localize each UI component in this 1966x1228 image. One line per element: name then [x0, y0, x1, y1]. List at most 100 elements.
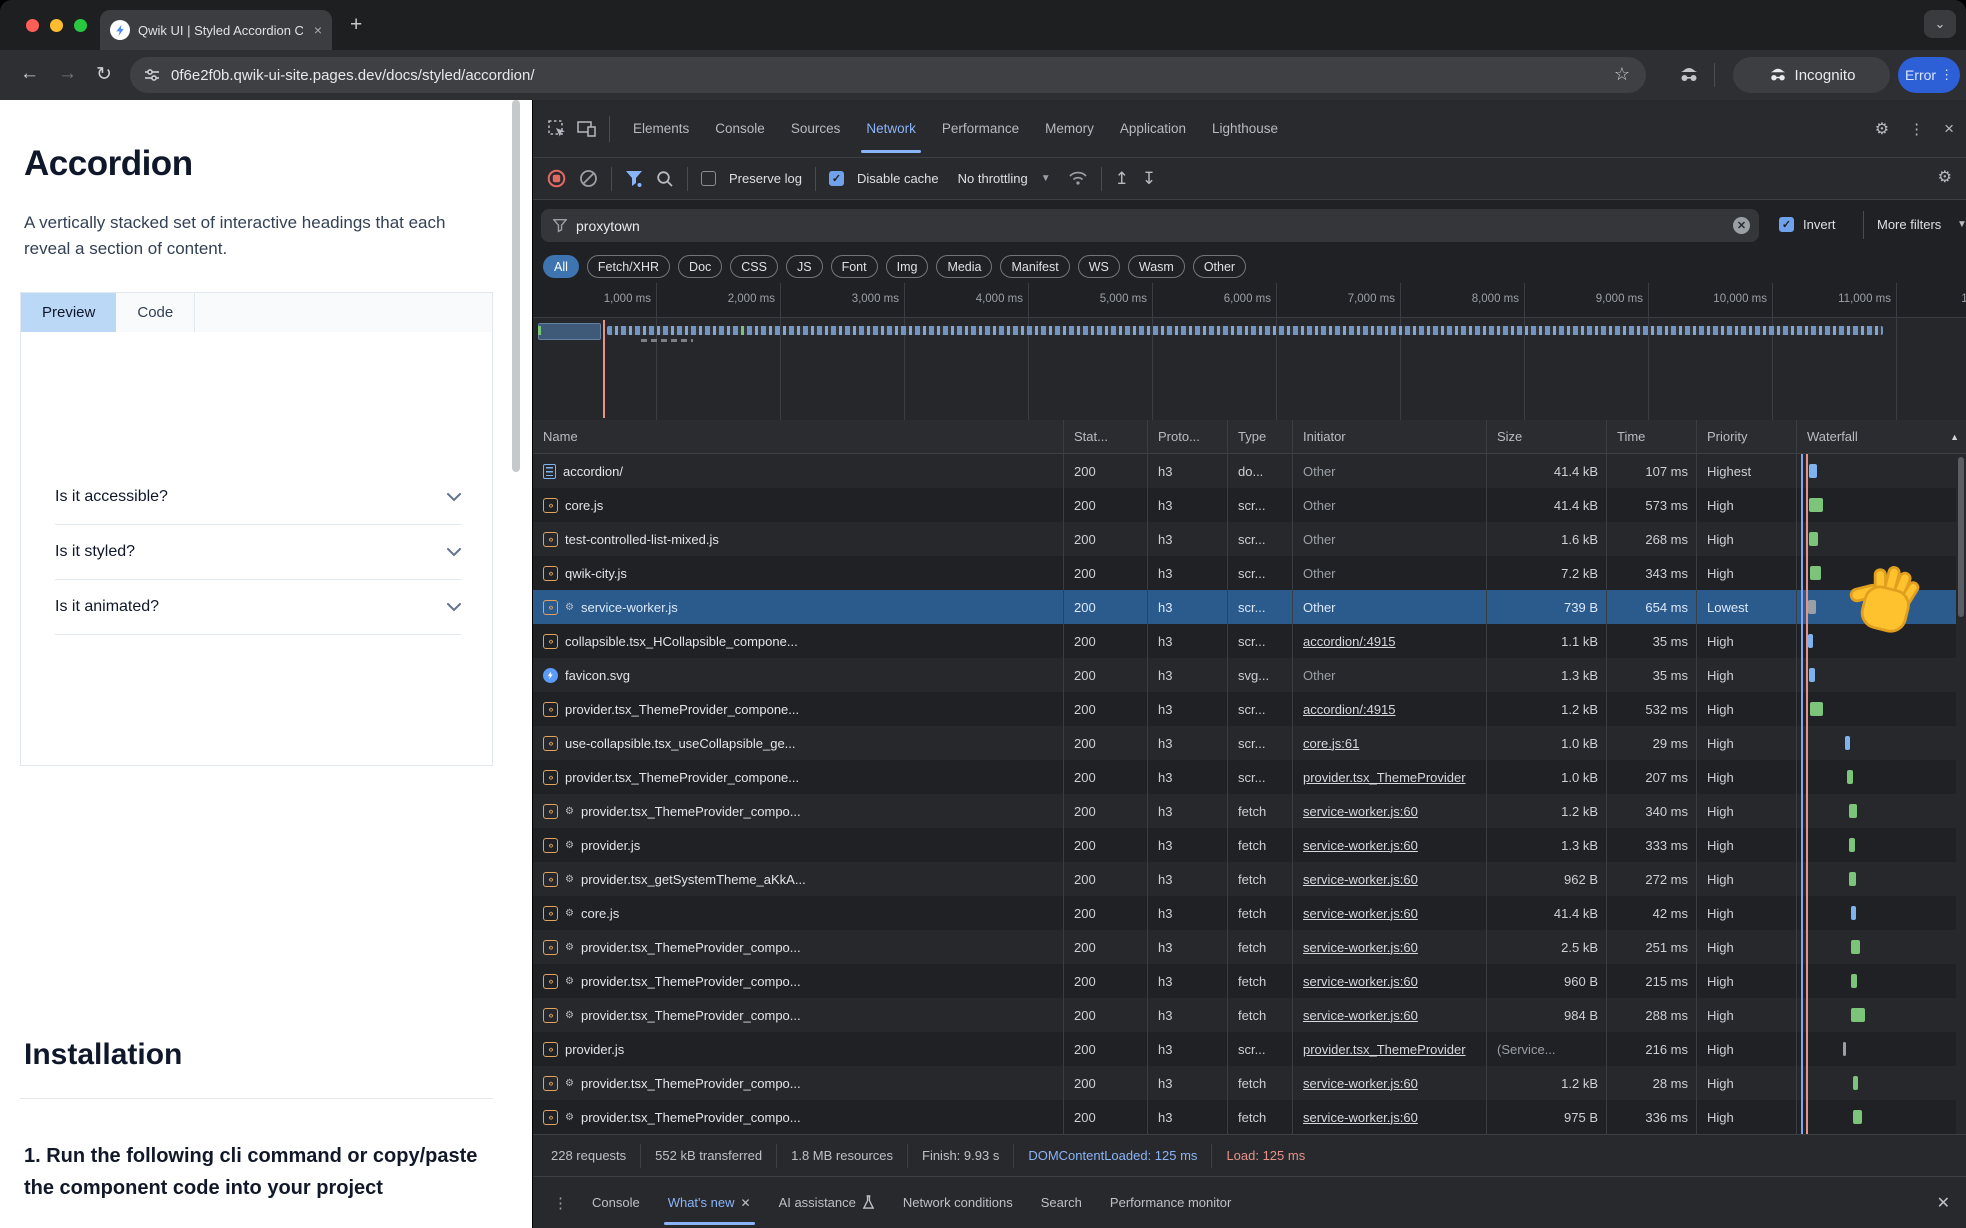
chip-fetchxhr[interactable]: Fetch/XHR	[587, 255, 670, 278]
table-row[interactable]: ‹›qwik-city.js200h3scr...Other7.2 kB343 …	[533, 556, 1966, 590]
table-row[interactable]: ‹›core.js200h3scr...Other41.4 kB573 msHi…	[533, 488, 1966, 522]
drawer-tab-aiassistance[interactable]: AI assistance	[765, 1177, 889, 1228]
close-icon[interactable]: ✕	[741, 1196, 751, 1210]
table-row[interactable]: ‹›⚙service-worker.js200h3scr...Other739 …	[533, 590, 1966, 624]
accordion-item[interactable]: Is it accessible?	[55, 470, 461, 525]
inspect-element-icon[interactable]	[547, 119, 567, 139]
preserve-log-checkbox[interactable]	[701, 171, 716, 186]
site-settings-icon[interactable]	[144, 68, 160, 82]
reload-button[interactable]: ↻	[96, 63, 112, 86]
initiator-link[interactable]: service-worker.js:60	[1303, 872, 1418, 887]
device-toolbar-icon[interactable]	[577, 120, 597, 138]
import-har-icon[interactable]: ↥	[1115, 169, 1129, 189]
devtools-tab-application[interactable]: Application	[1107, 113, 1199, 144]
column-header-stat[interactable]: Stat...	[1064, 420, 1148, 453]
drawer-tab-search[interactable]: Search	[1027, 1177, 1096, 1228]
table-row[interactable]: ‹›use-collapsible.tsx_useCollapsible_ge.…	[533, 726, 1966, 760]
table-row[interactable]: ‹›⚙provider.js200h3fetchservice-worker.j…	[533, 828, 1966, 862]
column-header-waterfall[interactable]: Waterfall▲	[1797, 420, 1966, 453]
column-header-proto[interactable]: Proto...	[1148, 420, 1228, 453]
network-overview-band[interactable]	[533, 318, 1966, 420]
page-scrollbar[interactable]	[512, 100, 520, 472]
chip-img[interactable]: Img	[886, 255, 929, 278]
chip-css[interactable]: CSS	[730, 255, 778, 278]
table-row[interactable]: ‹›⚙core.js200h3fetchservice-worker.js:60…	[533, 896, 1966, 930]
drawer-kebab-menu-icon[interactable]: ⋮	[545, 1194, 576, 1212]
column-header-time[interactable]: Time	[1607, 420, 1697, 453]
invert-checkbox[interactable]: ✓	[1779, 217, 1794, 232]
devtools-tab-memory[interactable]: Memory	[1032, 113, 1107, 144]
close-window-button[interactable]	[26, 19, 39, 32]
chip-ws[interactable]: WS	[1078, 255, 1120, 278]
export-har-icon[interactable]: ↧	[1142, 169, 1156, 189]
throttling-select[interactable]: No throttling	[958, 171, 1028, 186]
tab-search-button[interactable]: ⌄	[1924, 10, 1956, 38]
initiator-link[interactable]: accordion/:4915	[1303, 702, 1396, 717]
clear-filter-icon[interactable]: ✕	[1733, 217, 1750, 234]
devtools-tab-console[interactable]: Console	[702, 113, 778, 144]
bookmark-star-icon[interactable]: ☆	[1614, 64, 1630, 85]
devtools-tab-network[interactable]: Network	[853, 113, 929, 144]
table-row[interactable]: ‹›⚙provider.tsx_ThemeProvider_compo...20…	[533, 930, 1966, 964]
disable-cache-checkbox[interactable]: ✓	[829, 171, 844, 186]
column-header-initiator[interactable]: Initiator	[1293, 420, 1487, 453]
initiator-link[interactable]: core.js:61	[1303, 736, 1359, 751]
chip-manifest[interactable]: Manifest	[1000, 255, 1069, 278]
network-settings-gear-icon[interactable]: ⚙	[1938, 167, 1952, 187]
table-row[interactable]: ‹›⚙provider.tsx_ThemeProvider_compo...20…	[533, 998, 1966, 1032]
table-row[interactable]: ‹›⚙provider.tsx_ThemeProvider_compo...20…	[533, 964, 1966, 998]
drawer-tab-whatsnew[interactable]: What's new✕	[654, 1177, 765, 1228]
search-icon[interactable]	[656, 170, 674, 188]
drawer-tab-performancemonitor[interactable]: Performance monitor	[1096, 1177, 1245, 1228]
table-row[interactable]: ‹›provider.tsx_ThemeProvider_compone...2…	[533, 692, 1966, 726]
table-row[interactable]: ‹›test-controlled-list-mixed.js200h3scr.…	[533, 522, 1966, 556]
initiator-link[interactable]: service-worker.js:60	[1303, 804, 1418, 819]
column-header-type[interactable]: Type	[1228, 420, 1293, 453]
filter-funnel-icon[interactable]	[625, 169, 643, 188]
gear-icon[interactable]: ⚙	[1875, 119, 1889, 139]
new-tab-button[interactable]: +	[350, 14, 362, 35]
devtools-tab-lighthouse[interactable]: Lighthouse	[1199, 113, 1291, 144]
chip-font[interactable]: Font	[831, 255, 878, 278]
table-row[interactable]: ‹›provider.js200h3scr...provider.tsx_The…	[533, 1032, 1966, 1066]
more-filters-button[interactable]: More filters	[1877, 217, 1941, 232]
table-row[interactable]: ‹›⚙provider.tsx_ThemeProvider_compo...20…	[533, 1100, 1966, 1134]
initiator-link[interactable]: accordion/:4915	[1303, 634, 1396, 649]
accordion-item[interactable]: Is it styled?	[55, 525, 461, 580]
initiator-link[interactable]: service-worker.js:60	[1303, 1110, 1418, 1125]
table-row[interactable]: favicon.svg200h3svg...Other1.3 kB35 msHi…	[533, 658, 1966, 692]
drawer-close-icon[interactable]: ✕	[1937, 1193, 1950, 1213]
table-row[interactable]: ‹›provider.tsx_ThemeProvider_compone...2…	[533, 760, 1966, 794]
table-row[interactable]: ‹›⚙provider.tsx_getSystemTheme_aKkA...20…	[533, 862, 1966, 896]
kebab-menu-icon[interactable]: ⋮	[1909, 120, 1924, 138]
chip-doc[interactable]: Doc	[678, 255, 722, 278]
column-header-name[interactable]: Name	[533, 420, 1064, 453]
accordion-item[interactable]: Is it animated?	[55, 580, 461, 635]
table-row[interactable]: ‹›⚙provider.tsx_ThemeProvider_compo...20…	[533, 794, 1966, 828]
tab-preview[interactable]: Preview	[21, 293, 116, 332]
drawer-tab-console[interactable]: Console	[578, 1177, 654, 1228]
clear-network-log-icon[interactable]	[579, 169, 598, 188]
initiator-link[interactable]: service-worker.js:60	[1303, 974, 1418, 989]
chip-js[interactable]: JS	[786, 255, 823, 278]
column-header-size[interactable]: Size	[1487, 420, 1607, 453]
forward-button[interactable]: →	[58, 63, 77, 85]
browser-tab[interactable]: Qwik UI | Styled Accordion Co ×	[100, 10, 332, 50]
devtools-tab-performance[interactable]: Performance	[929, 113, 1032, 144]
table-row[interactable]: ‹›collapsible.tsx_HCollapsible_compone..…	[533, 624, 1966, 658]
address-bar[interactable]: 0f6e2f0b.qwik-ui-site.pages.dev/docs/sty…	[130, 57, 1646, 93]
tab-code[interactable]: Code	[116, 293, 195, 332]
initiator-link[interactable]: service-worker.js:60	[1303, 838, 1418, 853]
kebab-menu-icon[interactable]: ⋮	[1940, 67, 1953, 83]
record-network-log-icon[interactable]	[547, 169, 566, 188]
chip-media[interactable]: Media	[936, 255, 992, 278]
devtools-tab-sources[interactable]: Sources	[778, 113, 854, 144]
filter-input[interactable]: proxytown ✕	[541, 209, 1759, 242]
initiator-link[interactable]: provider.tsx_ThemeProvider	[1303, 770, 1466, 785]
zoom-window-button[interactable]	[74, 19, 87, 32]
table-row[interactable]: ‹›⚙provider.tsx_ThemeProvider_compo...20…	[533, 1066, 1966, 1100]
chip-other[interactable]: Other	[1193, 255, 1246, 278]
initiator-link[interactable]: service-worker.js:60	[1303, 906, 1418, 921]
chip-all[interactable]: All	[543, 255, 579, 278]
initiator-link[interactable]: provider.tsx_ThemeProvider	[1303, 1042, 1466, 1057]
